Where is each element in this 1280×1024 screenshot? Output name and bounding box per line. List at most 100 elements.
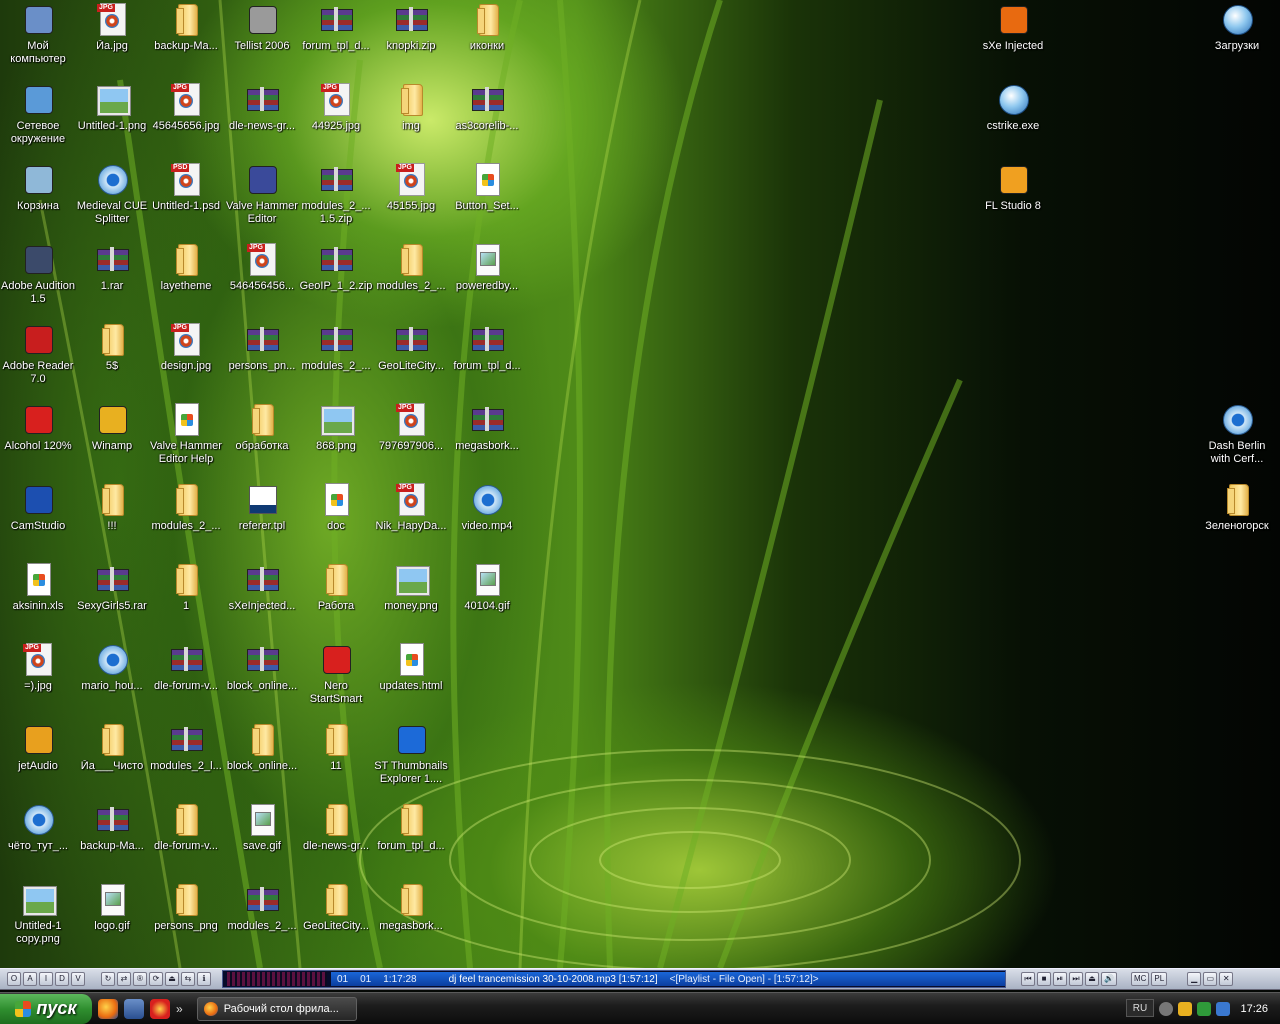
desktop-icon[interactable]: modules_2_... 1.5.zip xyxy=(298,160,374,238)
desktop-icon[interactable]: Winamp xyxy=(74,400,150,478)
desktop-icon[interactable]: cstrike.exe xyxy=(975,80,1051,158)
desktop-icon[interactable]: block_online... xyxy=(224,720,300,798)
desktop-icon[interactable]: Dash Berlin with Cerf... xyxy=(1199,400,1275,478)
desktop-icon[interactable]: updates.html xyxy=(373,640,449,718)
desktop-icon[interactable]: Alcohol 120% xyxy=(0,400,76,478)
start-button[interactable]: пуск xyxy=(0,993,92,1024)
quicklaunch-more-icon[interactable]: » xyxy=(176,1002,183,1016)
desktop-icon[interactable]: Adobe Reader 7.0 xyxy=(0,320,76,398)
desktop-icon[interactable]: JPG design.jpg xyxy=(148,320,224,398)
desktop-icon[interactable]: Загрузки xyxy=(1199,0,1275,78)
pause-icon[interactable]: ⏯ xyxy=(1053,972,1067,986)
desktop-icon[interactable]: CamStudio xyxy=(0,480,76,558)
close-icon[interactable]: ✕ xyxy=(1219,972,1234,986)
tray-expand-icon[interactable] xyxy=(1159,1001,1174,1016)
desktop-icon[interactable]: dle-forum-v... xyxy=(148,800,224,878)
taskbar-window-button[interactable]: Рабочий стол фрила... xyxy=(196,996,357,1021)
desktop-icon[interactable]: backup-Ma... xyxy=(148,0,224,78)
desktop-icon[interactable]: Adobe Audition 1.5 xyxy=(0,240,76,318)
desktop-icon[interactable]: 1 xyxy=(148,560,224,638)
desktop-icon[interactable]: block_online... xyxy=(224,640,300,718)
desktop-icon[interactable]: megasbork... xyxy=(449,400,525,478)
desktop-icon[interactable]: save.gif xyxy=(224,800,300,878)
desktop-icon[interactable]: Valve Hammer Editor xyxy=(224,160,300,238)
desktop-icon[interactable]: чёто_тут_... xyxy=(0,800,76,878)
desktop-icon[interactable]: Untitled-1.png xyxy=(74,80,150,158)
desktop-icon[interactable]: dle-forum-v... xyxy=(148,640,224,718)
info-icon[interactable]: ℹ xyxy=(197,972,211,986)
desktop-icon[interactable]: JPG Nik_HapyDa... xyxy=(373,480,449,558)
desktop-icon[interactable]: Button_Set... xyxy=(449,160,525,238)
desktop-icon[interactable]: modules_2_l... xyxy=(148,720,224,798)
winamp-always-on-top-button[interactable]: A xyxy=(23,972,37,986)
desktop-icon[interactable]: JPG 45155.jpg xyxy=(373,160,449,238)
desktop-icon[interactable]: Йа___Чисто xyxy=(74,720,150,798)
firefox-quicklaunch-icon[interactable] xyxy=(98,998,118,1019)
eject-icon[interactable]: ⏏ xyxy=(165,972,179,986)
tray-app-icon[interactable] xyxy=(1197,1001,1212,1016)
desktop-icon[interactable]: money.png xyxy=(373,560,449,638)
desktop-icon[interactable]: modules_2_... xyxy=(373,240,449,318)
desktop-icon[interactable]: Работа xyxy=(298,560,374,638)
desktop-icon[interactable]: 40104.gif xyxy=(449,560,525,638)
desktop-icon[interactable]: poweredby... xyxy=(449,240,525,318)
desktop-icon[interactable]: 5$ xyxy=(74,320,150,398)
desktop-icon[interactable]: JPG 797697906... xyxy=(373,400,449,478)
desktop-icon[interactable]: referer.tpl xyxy=(224,480,300,558)
desktop-icon[interactable]: Tellist 2006 xyxy=(224,0,300,78)
winamp-vis-button[interactable]: V xyxy=(71,972,85,986)
shuffle-icon[interactable]: ⇄ xyxy=(117,972,131,986)
desktop-icon[interactable]: Valve Hammer Editor Help xyxy=(148,400,224,478)
desktop-icon[interactable]: Nero StartSmart xyxy=(298,640,374,718)
desktop-icon[interactable]: modules_2_... xyxy=(298,320,374,398)
tray-messenger-icon[interactable] xyxy=(1178,1001,1193,1016)
shade-icon[interactable]: ▭ xyxy=(1203,972,1218,986)
mc-button[interactable]: MC xyxy=(1130,972,1150,986)
tray-network-icon[interactable] xyxy=(1216,1001,1231,1016)
open-icon[interactable]: ⏏ xyxy=(1085,972,1099,986)
desktop-icon[interactable]: GeoLiteCity... xyxy=(298,880,374,958)
desktop-icon[interactable]: video.mp4 xyxy=(449,480,525,558)
desktop-icon[interactable]: 11 xyxy=(298,720,374,798)
desktop-icon[interactable]: обработка xyxy=(224,400,300,478)
record-icon[interactable]: ® xyxy=(133,972,147,986)
desktop-icon[interactable]: GeoIP_1_2.zip xyxy=(298,240,374,318)
desktop-icon[interactable]: dle-news-gr... xyxy=(224,80,300,158)
desktop-icon[interactable]: GeoLiteCity... xyxy=(373,320,449,398)
repeat-icon[interactable]: ↻ xyxy=(101,972,115,986)
refresh-icon[interactable]: ⟳ xyxy=(149,972,163,986)
desktop-icon[interactable]: as3corelib-... xyxy=(449,80,525,158)
desktop-icon[interactable]: forum_tpl_d... xyxy=(298,0,374,78)
desktop-icon[interactable]: modules_2_... xyxy=(148,480,224,558)
desktop-icon[interactable]: иконки xyxy=(449,0,525,78)
desktop-icon[interactable]: Сетевое окружение xyxy=(0,80,76,158)
desktop-icon[interactable]: mario_hou... xyxy=(74,640,150,718)
desktop-icon[interactable]: forum_tpl_d... xyxy=(449,320,525,398)
desktop-icon[interactable]: forum_tpl_d... xyxy=(373,800,449,878)
previous-icon[interactable]: ⏮ xyxy=(1021,972,1035,986)
desktop-icon[interactable]: PSD Untitled-1.psd xyxy=(148,160,224,238)
desktop-icon[interactable]: ST Thumbnails Explorer 1.... xyxy=(373,720,449,798)
desktop-icon[interactable]: persons_png xyxy=(148,880,224,958)
winamp-option-button[interactable]: O xyxy=(7,972,21,986)
stop-icon[interactable]: ■ xyxy=(1037,972,1051,986)
desktop-icon[interactable]: megasbork... xyxy=(373,880,449,958)
track-title[interactable]: dj feel trancemission 30-10-2008.mp3 [1:… xyxy=(449,974,658,985)
desktop-icon[interactable]: SexyGirls5.rar xyxy=(74,560,150,638)
desktop-icon[interactable]: logo.gif xyxy=(74,880,150,958)
desktop-icon[interactable]: JPG =).jpg xyxy=(0,640,76,718)
next-icon[interactable]: ⏭ xyxy=(1069,972,1083,986)
desktop-icon[interactable]: sXe Injected xyxy=(975,0,1051,78)
desktop-icon[interactable]: persons_pn... xyxy=(224,320,300,398)
desktop-icon[interactable]: sXeInjected... xyxy=(224,560,300,638)
desktop-icon[interactable]: FL Studio 8 xyxy=(975,160,1051,238)
winamp-info-button[interactable]: I xyxy=(39,972,53,986)
save-quicklaunch-icon[interactable] xyxy=(124,998,144,1019)
volume-icon[interactable]: 🔊 xyxy=(1101,972,1117,986)
swap-icon[interactable]: ⇆ xyxy=(181,972,195,986)
desktop-icon[interactable]: modules_2_... xyxy=(224,880,300,958)
desktop-icon[interactable]: JPG 44925.jpg xyxy=(298,80,374,158)
desktop-icon[interactable]: dle-news-gr... xyxy=(298,800,374,878)
desktop-icon[interactable]: img xyxy=(373,80,449,158)
browser-quicklaunch-icon[interactable] xyxy=(150,998,170,1019)
